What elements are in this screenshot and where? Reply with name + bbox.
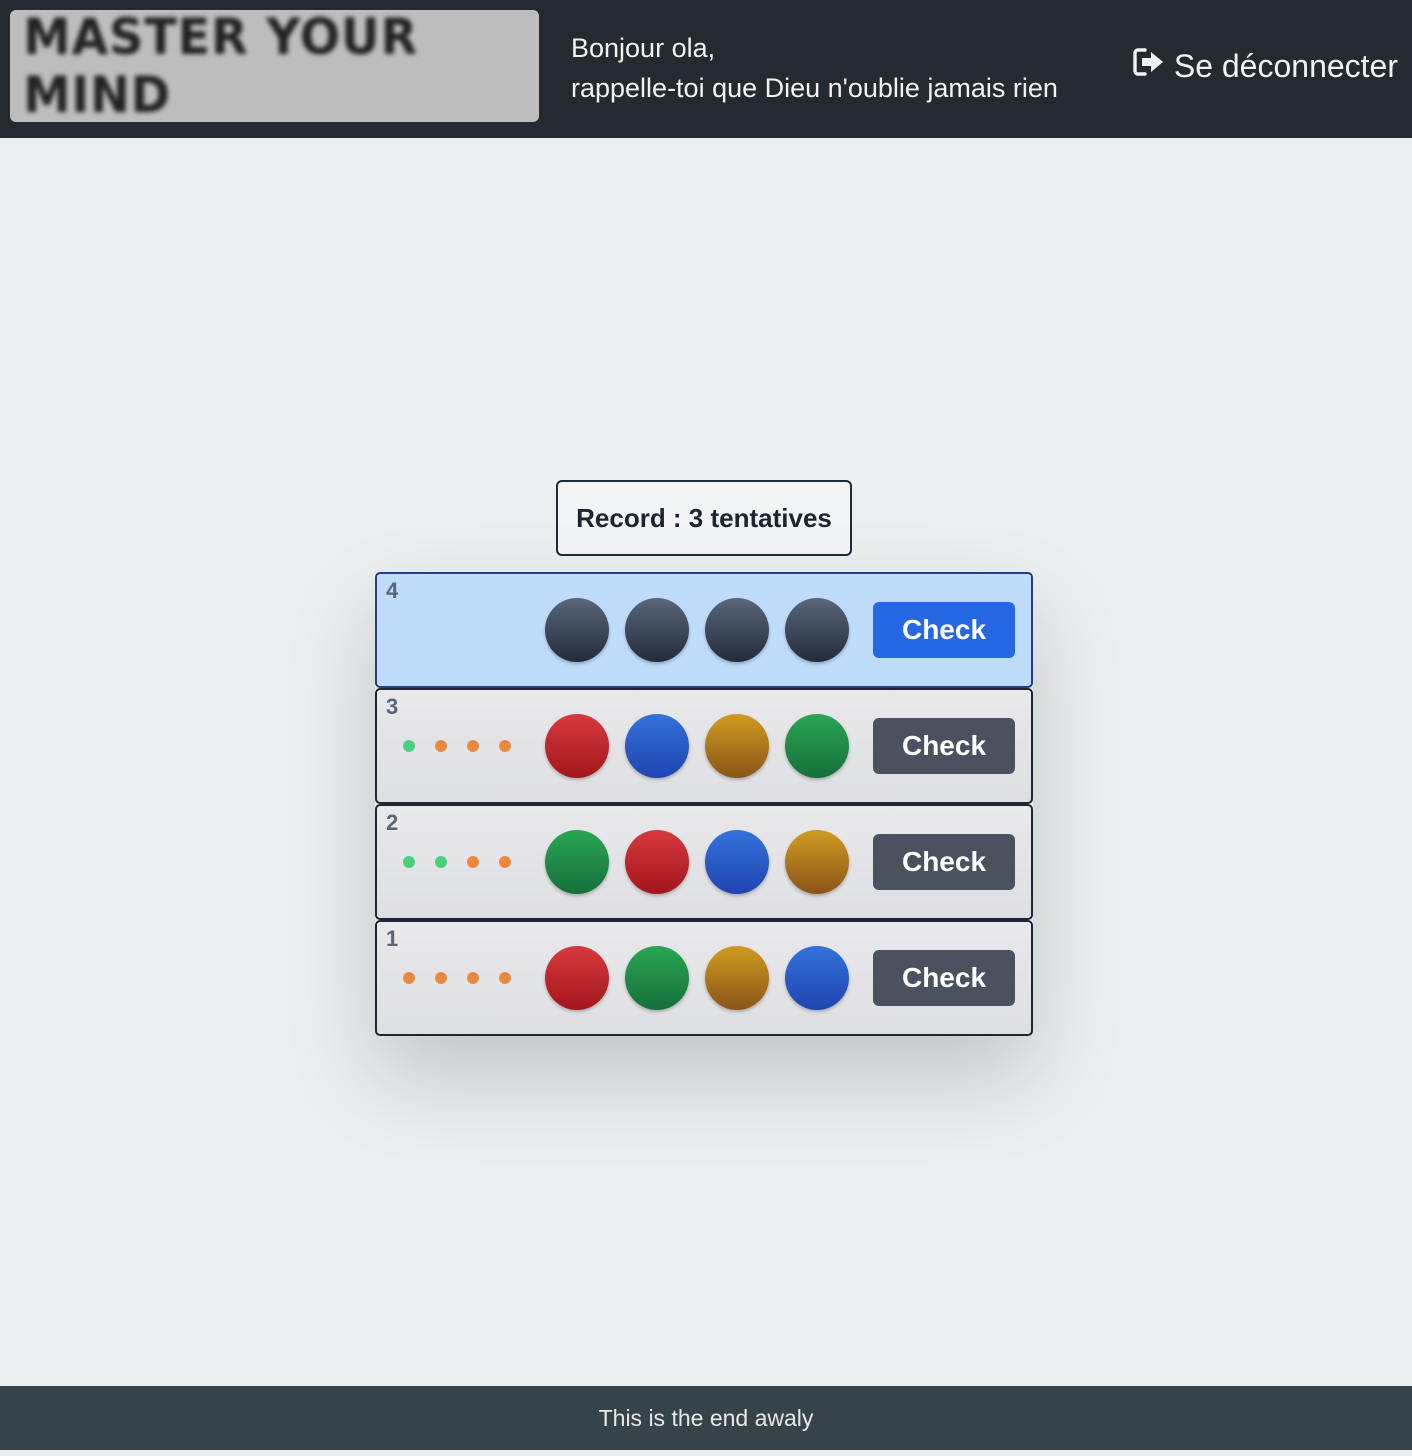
peg-slots [545, 714, 849, 778]
hint-dot-green [435, 856, 447, 868]
check-button[interactable]: Check [873, 602, 1015, 658]
greeting-line-2: rappelle-toi que Dieu n'oublie jamais ri… [571, 73, 1058, 103]
footer: This is the end awaly [0, 1386, 1412, 1450]
greeting-line-1: Bonjour ola, [571, 33, 716, 63]
feedback-hints [403, 972, 511, 984]
hint-dot-orange [467, 856, 479, 868]
peg-grey[interactable] [705, 598, 769, 662]
attempt-number: 2 [386, 810, 399, 835]
hint-dot-orange [499, 856, 511, 868]
logout-button[interactable]: Se déconnecter [1132, 44, 1398, 88]
hint-dot-orange [499, 972, 511, 984]
hint-dot-orange [499, 740, 511, 752]
attempt-number: 1 [386, 926, 399, 951]
peg-gold [785, 830, 849, 894]
peg-green [545, 830, 609, 894]
hint-dot-orange [467, 972, 479, 984]
hint-dot-green [403, 856, 415, 868]
peg-grey[interactable] [545, 598, 609, 662]
peg-slots [545, 830, 849, 894]
peg-green [785, 714, 849, 778]
game-board: 4 Check 3 Check 2 Check 1 Check [375, 572, 1033, 1036]
hint-dot-orange [403, 972, 415, 984]
peg-green [625, 946, 689, 1010]
sign-out-icon [1132, 47, 1166, 85]
logout-label: Se déconnecter [1173, 47, 1398, 84]
peg-slots [545, 598, 849, 662]
peg-grey[interactable] [785, 598, 849, 662]
check-button[interactable]: Check [873, 950, 1015, 1006]
hint-dot-green [403, 740, 415, 752]
attempt-row: 1 Check [375, 920, 1033, 1036]
hint-dot-orange [435, 972, 447, 984]
feedback-hints [403, 740, 511, 752]
attempt-row: 3 Check [375, 688, 1033, 804]
attempt-row: 2 Check [375, 804, 1033, 920]
logo[interactable]: MASTER YOUR MIND [10, 8, 539, 124]
attempt-number: 4 [386, 578, 399, 603]
peg-blue [785, 946, 849, 1010]
attempt-number: 3 [386, 694, 399, 719]
hint-dot-orange [435, 740, 447, 752]
peg-red [625, 830, 689, 894]
attempt-row[interactable]: 4 Check [375, 572, 1033, 688]
peg-slots [545, 946, 849, 1010]
greeting: Bonjour ola, rappelle-toi que Dieu n'oub… [571, 28, 1058, 108]
check-button[interactable]: Check [873, 834, 1015, 890]
peg-blue [625, 714, 689, 778]
peg-grey[interactable] [625, 598, 689, 662]
check-button[interactable]: Check [873, 718, 1015, 774]
peg-red [545, 946, 609, 1010]
header: MASTER YOUR MIND Bonjour ola, rappelle-t… [0, 0, 1412, 138]
footer-text: This is the end awaly [598, 1404, 814, 1431]
feedback-hints [403, 856, 511, 868]
hint-dot-orange [467, 740, 479, 752]
peg-gold [705, 946, 769, 1010]
peg-red [545, 714, 609, 778]
logo-text: MASTER YOUR MIND [23, 8, 419, 124]
peg-blue [705, 830, 769, 894]
peg-gold [705, 714, 769, 778]
record-badge: Record : 3 tentatives [556, 480, 852, 556]
